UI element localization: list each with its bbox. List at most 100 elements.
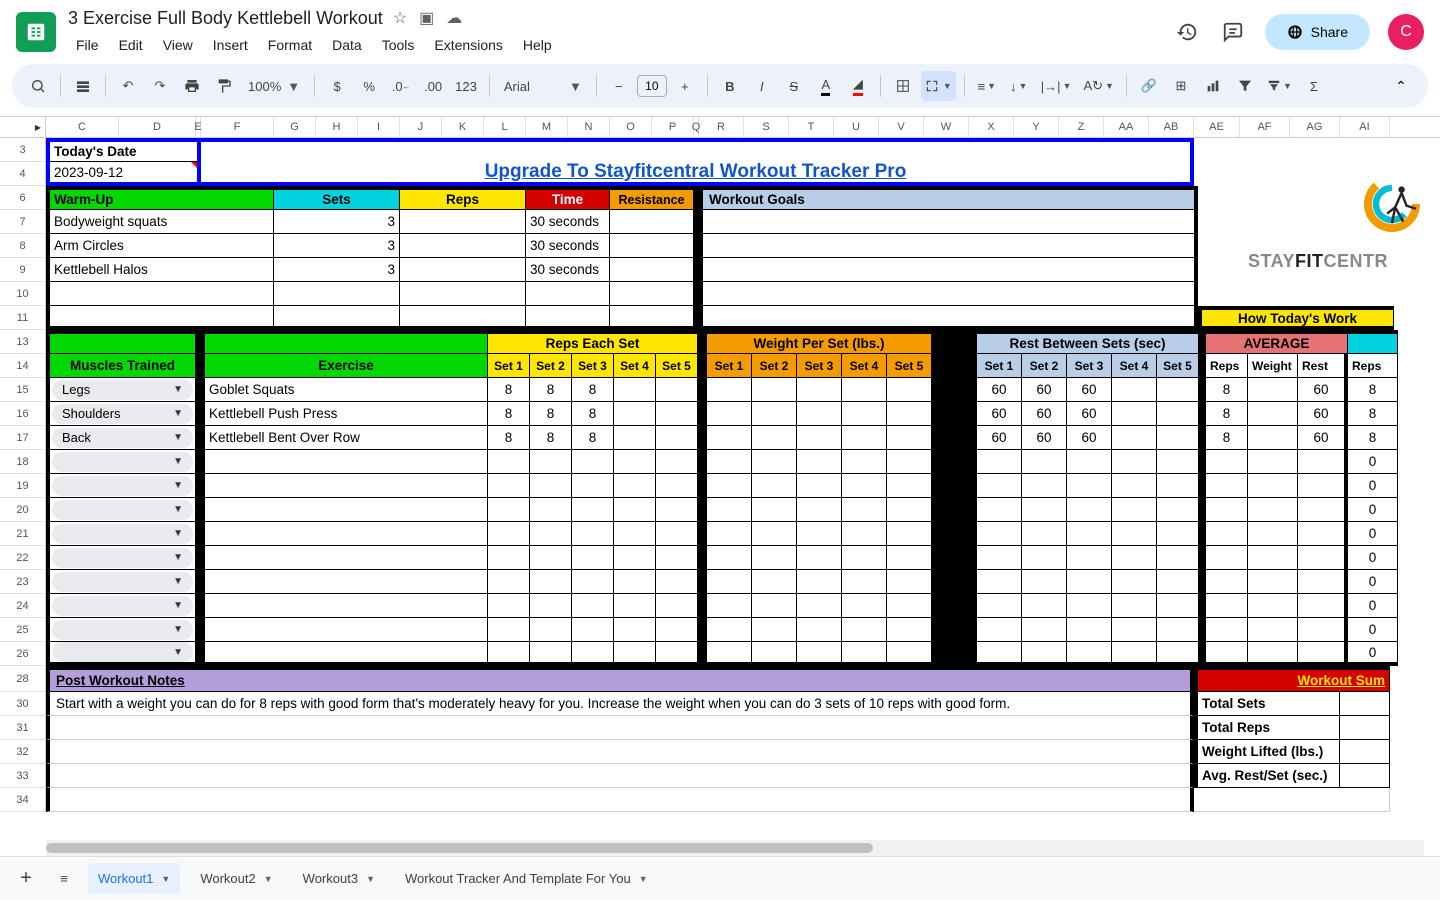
cell[interactable] bbox=[797, 378, 842, 402]
insert-comment-icon[interactable]: ⊞ bbox=[1167, 71, 1195, 101]
cell[interactable] bbox=[488, 474, 530, 498]
cell[interactable] bbox=[698, 402, 707, 426]
col-header[interactable]: S bbox=[744, 117, 789, 137]
cell[interactable] bbox=[887, 402, 932, 426]
cell[interactable]: Set 2 bbox=[1022, 354, 1067, 378]
cell[interactable] bbox=[572, 594, 614, 618]
cell[interactable] bbox=[572, 618, 614, 642]
muscle-dropdown[interactable]: Back▼ bbox=[52, 428, 193, 448]
cell[interactable]: Time bbox=[526, 186, 610, 210]
cell[interactable] bbox=[1198, 282, 1394, 306]
cell[interactable]: Resistance bbox=[610, 186, 694, 210]
cell[interactable]: Total Sets bbox=[1194, 692, 1340, 716]
cell[interactable] bbox=[887, 570, 932, 594]
cell[interactable] bbox=[887, 450, 932, 474]
cell[interactable] bbox=[1298, 546, 1348, 570]
cell[interactable] bbox=[614, 402, 656, 426]
col-header[interactable]: AG bbox=[1290, 117, 1340, 137]
sheet-tab[interactable]: Workout3▼ bbox=[293, 863, 385, 894]
star-icon[interactable]: ☆ bbox=[393, 8, 407, 28]
cell[interactable] bbox=[703, 282, 1198, 306]
cell[interactable] bbox=[610, 282, 694, 306]
cell[interactable]: Set 3 bbox=[1067, 354, 1112, 378]
sheet-tab[interactable]: Workout2▼ bbox=[190, 863, 282, 894]
col-header[interactable]: U bbox=[834, 117, 879, 137]
cell[interactable] bbox=[196, 426, 205, 450]
cell[interactable] bbox=[1157, 546, 1202, 570]
col-header[interactable]: D bbox=[119, 117, 196, 137]
muscle-dropdown[interactable]: ▼ bbox=[52, 642, 193, 662]
cell[interactable] bbox=[797, 522, 842, 546]
row-header[interactable]: 4 bbox=[0, 162, 46, 186]
cell[interactable] bbox=[752, 642, 797, 666]
cell[interactable]: 0 bbox=[1348, 594, 1398, 618]
cell[interactable] bbox=[46, 716, 1194, 740]
col-header[interactable]: I bbox=[358, 117, 400, 137]
col-header[interactable]: T bbox=[789, 117, 834, 137]
redo-icon[interactable]: ↷ bbox=[146, 71, 174, 101]
cell[interactable] bbox=[752, 594, 797, 618]
cell[interactable] bbox=[610, 234, 694, 258]
cell[interactable] bbox=[400, 282, 526, 306]
cell[interactable] bbox=[698, 594, 707, 618]
paint-format-icon[interactable] bbox=[210, 71, 238, 101]
cell[interactable] bbox=[530, 642, 572, 666]
strikethrough-icon[interactable]: S bbox=[780, 71, 808, 101]
cell[interactable] bbox=[1348, 330, 1398, 354]
cell[interactable] bbox=[752, 426, 797, 450]
cell[interactable] bbox=[1157, 498, 1202, 522]
comment-icon[interactable] bbox=[1219, 18, 1247, 46]
col-header[interactable]: AB bbox=[1149, 117, 1194, 137]
cell[interactable] bbox=[698, 522, 707, 546]
cell[interactable]: 60 bbox=[1298, 402, 1348, 426]
cell[interactable]: Set 5 bbox=[887, 354, 932, 378]
collapse-toolbar-icon[interactable]: ⌃ bbox=[1386, 71, 1416, 101]
cell[interactable] bbox=[707, 570, 752, 594]
horizontal-scrollbar[interactable] bbox=[46, 840, 1424, 856]
cell[interactable] bbox=[842, 402, 887, 426]
cell[interactable] bbox=[610, 210, 694, 234]
cell[interactable] bbox=[707, 546, 752, 570]
cell[interactable] bbox=[1202, 498, 1248, 522]
cell[interactable] bbox=[656, 450, 698, 474]
font-size-input[interactable]: 10 bbox=[637, 75, 667, 97]
undo-icon[interactable]: ↶ bbox=[114, 71, 142, 101]
cell[interactable] bbox=[1298, 474, 1348, 498]
cell[interactable]: ▼ bbox=[46, 618, 196, 642]
cell[interactable] bbox=[932, 642, 977, 666]
cell[interactable]: ▼ bbox=[46, 546, 196, 570]
all-sheets-icon[interactable]: ≡ bbox=[50, 864, 78, 894]
cell[interactable] bbox=[707, 378, 752, 402]
cell[interactable] bbox=[1112, 426, 1157, 450]
cell[interactable] bbox=[1022, 474, 1067, 498]
cell[interactable]: How Today's Work bbox=[1198, 306, 1394, 330]
cell[interactable]: Today's Date bbox=[46, 138, 201, 162]
cell[interactable]: Set 4 bbox=[1112, 354, 1157, 378]
col-header[interactable]: AI bbox=[1340, 117, 1390, 137]
cell[interactable] bbox=[932, 450, 977, 474]
increase-decimal-icon[interactable]: .00 bbox=[419, 71, 447, 101]
cell[interactable] bbox=[1298, 570, 1348, 594]
cell[interactable] bbox=[1202, 474, 1248, 498]
cell[interactable] bbox=[530, 498, 572, 522]
cell[interactable] bbox=[656, 546, 698, 570]
menu-format[interactable]: Format bbox=[260, 33, 320, 57]
cell[interactable]: Warm-Up bbox=[46, 186, 274, 210]
cell[interactable]: Bodyweight squats bbox=[46, 210, 274, 234]
cell[interactable] bbox=[707, 450, 752, 474]
cell[interactable] bbox=[1022, 546, 1067, 570]
cell[interactable]: Exercise bbox=[205, 354, 488, 378]
cell[interactable] bbox=[932, 426, 977, 450]
cell[interactable] bbox=[887, 546, 932, 570]
cell[interactable] bbox=[196, 378, 205, 402]
cell[interactable] bbox=[698, 354, 707, 378]
cell[interactable]: 0 bbox=[1348, 546, 1398, 570]
cell[interactable]: 0 bbox=[1348, 570, 1398, 594]
cell[interactable] bbox=[46, 740, 1194, 764]
col-header[interactable]: C bbox=[46, 117, 119, 137]
cell[interactable] bbox=[887, 378, 932, 402]
spreadsheet-grid[interactable]: ▶ CDEFGHIJKLMNOPQRSTUVWXYZAAABAEAFAGAI 3… bbox=[0, 116, 1440, 856]
cell[interactable] bbox=[698, 570, 707, 594]
cell[interactable] bbox=[530, 594, 572, 618]
cell[interactable] bbox=[205, 618, 488, 642]
